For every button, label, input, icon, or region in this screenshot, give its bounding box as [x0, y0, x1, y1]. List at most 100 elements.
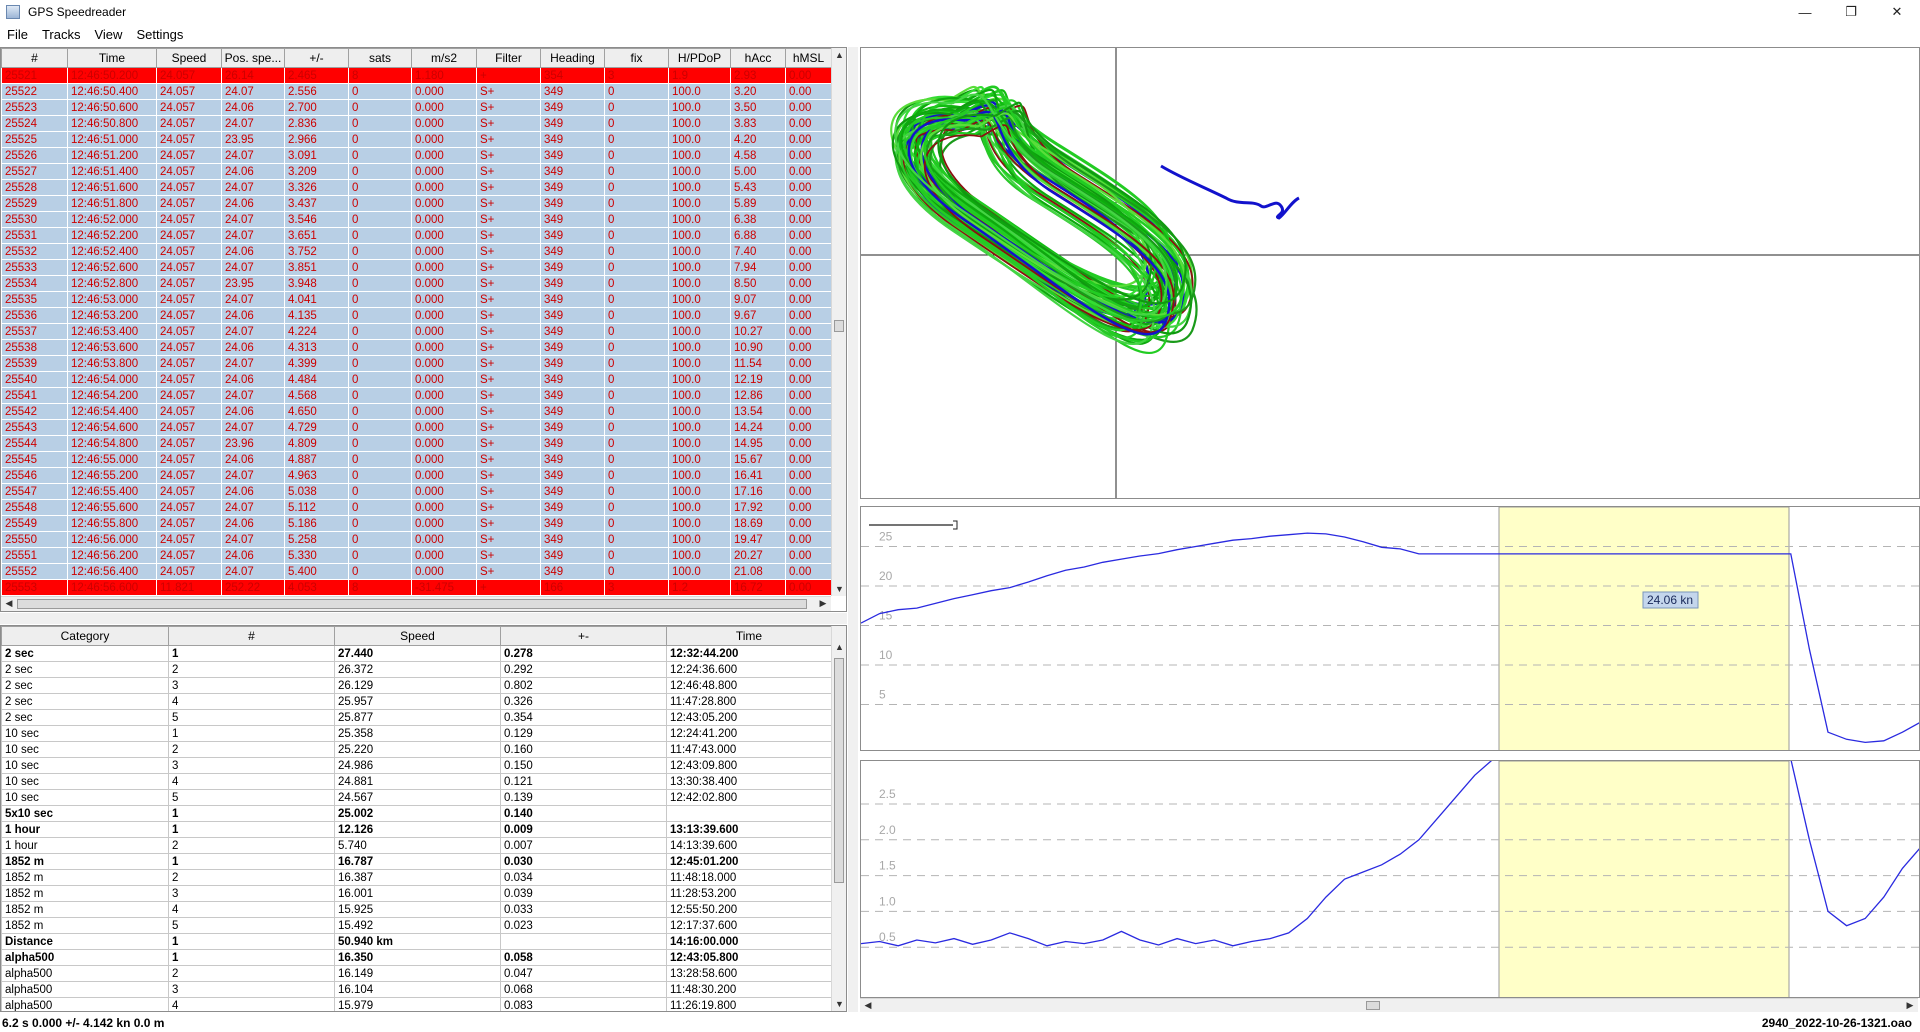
result-row[interactable]: alpha500 2 16.149 0.047 13:28:58.600 [1, 965, 832, 982]
table-row[interactable]: 25545 12:46:55.000 24.057 24.06 4.887 0 0.000 S… [1, 451, 832, 468]
menu-tracks[interactable]: Tracks [35, 27, 88, 42]
table-row[interactable]: 25552 12:46:56.400 24.057 24.07 5.400 0 0.000 S… [1, 563, 832, 580]
result-row[interactable]: 1 hour 1 12.126 0.009 13:13:39.600 [1, 821, 832, 838]
table-row[interactable]: 25523 12:46:50.600 24.057 24.06 2.700 0 0.000 S… [1, 99, 832, 116]
column-header[interactable]: hAcc [730, 48, 786, 68]
column-header[interactable]: hMSL [785, 48, 832, 68]
table-row[interactable]: 25533 12:46:52.600 24.057 24.07 3.851 0 0.000 S… [1, 259, 832, 276]
table-row[interactable]: 25543 12:46:54.600 24.057 24.07 4.729 0 0.000 S… [1, 419, 832, 436]
table-row[interactable]: 25548 12:46:55.600 24.057 24.07 5.112 0 0.000 S… [1, 499, 832, 516]
menu-settings[interactable]: Settings [129, 27, 190, 42]
result-row[interactable]: 10 sec 4 24.881 0.121 13:30:38.400 [1, 773, 832, 790]
table-row[interactable]: 25526 12:46:51.200 24.057 24.07 3.091 0 0.000 S… [1, 147, 832, 164]
result-row[interactable]: 1852 m 2 16.387 0.034 11:48:18.000 [1, 869, 832, 886]
result-row[interactable]: alpha500 3 16.104 0.068 11:48:30.200 [1, 981, 832, 998]
column-header[interactable]: +/- [284, 48, 349, 68]
column-header[interactable]: Speed [334, 626, 501, 646]
column-header[interactable]: Pos. spe... [221, 48, 285, 68]
table-row[interactable]: 25524 12:46:50.800 24.057 24.07 2.836 0 0.000 S… [1, 115, 832, 132]
table-row[interactable]: 25528 12:46:51.600 24.057 24.07 3.326 0 0.000 S… [1, 179, 832, 196]
table-row[interactable]: 25550 12:46:56.000 24.057 24.07 5.258 0 0.000 S… [1, 531, 832, 548]
close-button[interactable]: ✕ [1874, 0, 1920, 24]
table-row[interactable]: 25534 12:46:52.800 24.057 23.95 3.948 0 0.000 S… [1, 275, 832, 292]
column-header[interactable]: Time [666, 626, 832, 646]
graph-hscroll[interactable]: ◀ ▶ [860, 998, 1918, 1012]
table-row[interactable]: 25540 12:46:54.000 24.057 24.06 4.484 0 0.000 S… [1, 371, 832, 388]
scroll-left-arrow-icon[interactable]: ◀ [862, 1000, 874, 1011]
result-row[interactable]: 2 sec 3 26.129 0.802 12:46:48.800 [1, 677, 832, 694]
speed-graph[interactable]: 5 10 15 20 25 24.06 kn [860, 506, 1920, 751]
track-map-canvas[interactable] [861, 48, 1920, 499]
table-row[interactable]: 25539 12:46:53.800 24.057 24.07 4.399 0 0.000 S… [1, 355, 832, 372]
result-row[interactable]: 1852 m 3 16.001 0.039 11:28:53.200 [1, 885, 832, 902]
table-row[interactable]: 25544 12:46:54.800 24.057 23.96 4.809 0 0.000 S… [1, 435, 832, 452]
left-horizontal-splitter[interactable] [0, 613, 847, 624]
table-row[interactable]: 25546 12:46:55.200 24.057 24.07 4.963 0 0.000 S… [1, 467, 832, 484]
table-row[interactable]: 25529 12:46:51.800 24.057 24.06 3.437 0 0.000 S… [1, 195, 832, 212]
table-row[interactable]: 25538 12:46:53.600 24.057 24.06 4.313 0 0.000 S… [1, 339, 832, 356]
table-row[interactable]: 25537 12:46:53.400 24.057 24.07 4.224 0 0.000 S… [1, 323, 832, 340]
vertical-splitter[interactable] [848, 47, 858, 1012]
scroll-thumb[interactable] [17, 599, 807, 609]
column-header[interactable]: # [168, 626, 335, 646]
result-row[interactable]: 10 sec 3 24.986 0.150 12:43:09.800 [1, 757, 832, 774]
column-header[interactable]: fix [604, 48, 669, 68]
speed-graph-canvas[interactable]: 5 10 15 20 25 24.06 kn [861, 507, 1920, 751]
column-header[interactable]: sats [348, 48, 412, 68]
table-row[interactable]: 25541 12:46:54.200 24.057 24.07 4.568 0 0.000 S… [1, 387, 832, 404]
scroll-right-arrow-icon[interactable]: ▶ [1904, 1000, 1916, 1011]
result-row[interactable]: 10 sec 5 24.567 0.139 12:42:02.800 [1, 789, 832, 806]
scroll-left-arrow-icon[interactable]: ◀ [3, 598, 15, 609]
result-row[interactable]: Distance 1 50.940 km 14:16:00.000 [1, 933, 832, 950]
menu-file[interactable]: File [0, 27, 35, 42]
menu-view[interactable]: View [87, 27, 129, 42]
column-header[interactable]: # [1, 48, 68, 68]
result-row[interactable]: 2 sec 5 25.877 0.354 12:43:05.200 [1, 709, 832, 726]
table-row[interactable]: 25536 12:46:53.200 24.057 24.06 4.135 0 0.000 S… [1, 307, 832, 324]
scroll-thumb[interactable] [834, 658, 844, 883]
table-row[interactable]: 25527 12:46:51.400 24.057 24.06 3.209 0 0.000 S… [1, 163, 832, 180]
scroll-down-arrow-icon[interactable]: ▼ [832, 584, 846, 594]
result-row[interactable]: 5x10 sec 1 25.002 0.140 [1, 805, 832, 822]
scroll-thumb[interactable] [1366, 1001, 1380, 1010]
result-row[interactable]: 2 sec 1 27.440 0.278 12:32:44.200 [1, 645, 832, 662]
scroll-thumb[interactable] [834, 320, 844, 332]
table-row[interactable]: 25531 12:46:52.200 24.057 24.07 3.651 0 0.000 S… [1, 227, 832, 244]
result-row[interactable]: 2 sec 4 25.957 0.326 11:47:28.800 [1, 693, 832, 710]
table-row[interactable]: 25532 12:46:52.400 24.057 24.06 3.752 0 0.000 S… [1, 243, 832, 260]
column-header[interactable]: H/PDoP [668, 48, 731, 68]
table-row[interactable]: 25551 12:46:56.200 24.057 24.06 5.330 0 0.000 S… [1, 547, 832, 564]
table-row[interactable]: 25535 12:46:53.000 24.057 24.07 4.041 0 0.000 S… [1, 291, 832, 308]
track-table-hscroll[interactable]: ◀ ▶ [1, 596, 831, 611]
table-row[interactable]: 25530 12:46:52.000 24.057 24.07 3.546 0 0.000 S… [1, 211, 832, 228]
accuracy-graph-canvas[interactable]: 0.51.01.52.02.5 [861, 761, 1920, 998]
column-header[interactable]: +- [500, 626, 667, 646]
accuracy-graph[interactable]: 0.5 1.0 1.5 2.0 2.5 [860, 760, 1920, 998]
result-row[interactable]: 10 sec 1 25.358 0.129 12:24:41.200 [1, 725, 832, 742]
table-row[interactable]: 25525 12:46:51.000 24.057 23.95 2.966 0 0.000 S… [1, 131, 832, 148]
result-row[interactable]: 1852 m 1 16.787 0.030 12:45:01.200 [1, 853, 832, 870]
table-row[interactable]: 25521 12:46:50.200 24.057 26.14 2.465 8 1.180 +… [1, 67, 832, 84]
minimize-button[interactable]: — [1782, 0, 1828, 24]
track-map[interactable] [860, 47, 1920, 499]
result-row[interactable]: 2 sec 2 26.372 0.292 12:24:36.600 [1, 661, 832, 678]
maximize-button[interactable]: ❐ [1828, 0, 1874, 24]
table-row[interactable]: 25547 12:46:55.400 24.057 24.06 5.038 0 0.000 S… [1, 483, 832, 500]
table-row[interactable]: 25542 12:46:54.400 24.057 24.06 4.650 0 0.000 S… [1, 403, 832, 420]
result-row[interactable]: alpha500 4 15.979 0.083 11:26:19.800 [1, 997, 832, 1011]
column-header[interactable]: Time [67, 48, 157, 68]
scroll-right-arrow-icon[interactable]: ▶ [817, 598, 829, 609]
scroll-down-arrow-icon[interactable]: ▼ [832, 999, 846, 1009]
scroll-up-arrow-icon[interactable]: ▲ [832, 50, 846, 60]
result-row[interactable]: 10 sec 2 25.220 0.160 11:47:43.000 [1, 741, 832, 758]
table-row[interactable]: 25553 12:46:56.600 11.821 252.22 4.053 8 -31.4… [1, 579, 832, 596]
column-header[interactable]: Heading [540, 48, 605, 68]
result-row[interactable]: 1 hour 2 5.740 0.007 14:13:39.600 [1, 837, 832, 854]
scroll-up-arrow-icon[interactable]: ▲ [832, 642, 846, 652]
column-header[interactable]: Filter [476, 48, 541, 68]
result-row[interactable]: 1852 m 5 15.492 0.023 12:17:37.600 [1, 917, 832, 934]
table-row[interactable]: 25522 12:46:50.400 24.057 24.07 2.556 0 0.000 S… [1, 83, 832, 100]
column-header[interactable]: m/s2 [411, 48, 477, 68]
column-header[interactable]: Category [1, 626, 169, 646]
result-row[interactable]: alpha500 1 16.350 0.058 12:43:05.800 [1, 949, 832, 966]
